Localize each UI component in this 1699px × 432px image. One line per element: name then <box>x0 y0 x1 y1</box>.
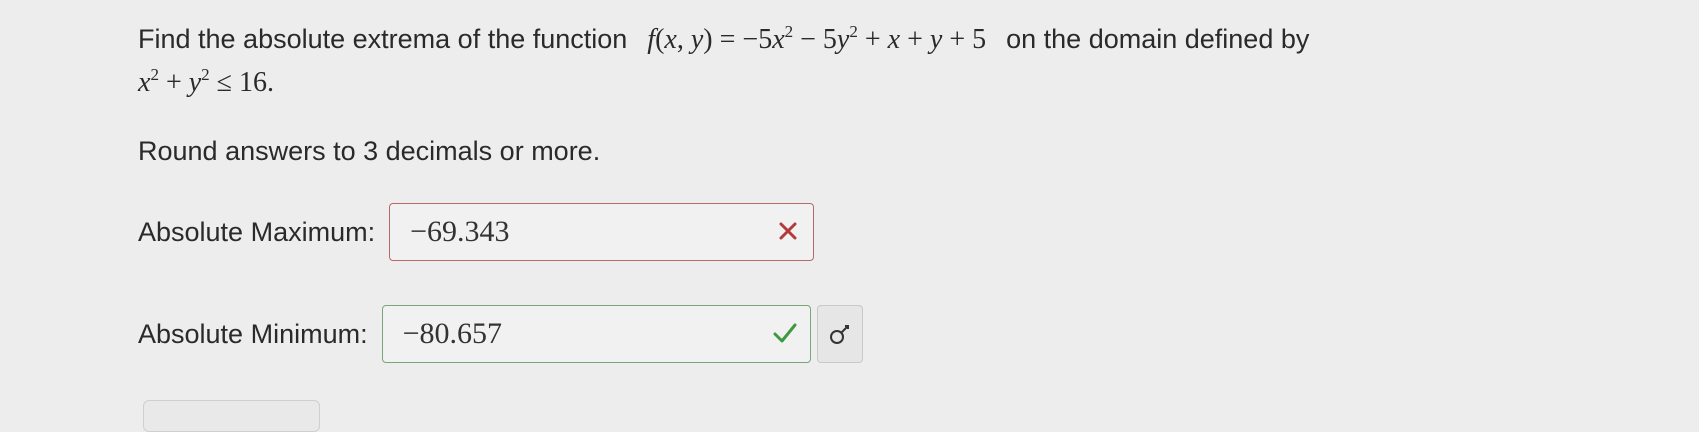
key-button[interactable] <box>816 305 863 363</box>
absolute-maximum-label: Absolute Maximum: <box>138 216 376 247</box>
absolute-maximum-row: Absolute Maximum: −69.343 <box>138 203 815 261</box>
check-mark-icon <box>773 323 797 343</box>
absolute-minimum-input[interactable]: −80.657 <box>381 305 811 363</box>
absolute-minimum-row: Absolute Minimum: −80.657 <box>138 305 863 363</box>
domain-intro: on the domain defined by <box>1006 24 1310 54</box>
submit-button[interactable] <box>143 400 320 432</box>
domain-expression: x2 + y2 ≤ 16. <box>138 65 275 98</box>
absolute-minimum-label: Absolute Minimum: <box>138 318 368 349</box>
function-expression: f(x, y) = −5x2 − 5y2 + x + y + 5 <box>647 22 987 55</box>
round-instruction: Round answers to 3 decimals or more. <box>138 136 601 166</box>
key-icon <box>829 325 849 344</box>
x-mark-icon <box>779 222 797 240</box>
question-text: Find the absolute extrema of the functio… <box>138 18 1638 104</box>
absolute-maximum-value: −69.343 <box>410 215 510 248</box>
question-intro: Find the absolute extrema of the functio… <box>138 24 628 54</box>
absolute-minimum-value: −80.657 <box>402 317 503 350</box>
absolute-maximum-input[interactable]: −69.343 <box>389 203 815 261</box>
